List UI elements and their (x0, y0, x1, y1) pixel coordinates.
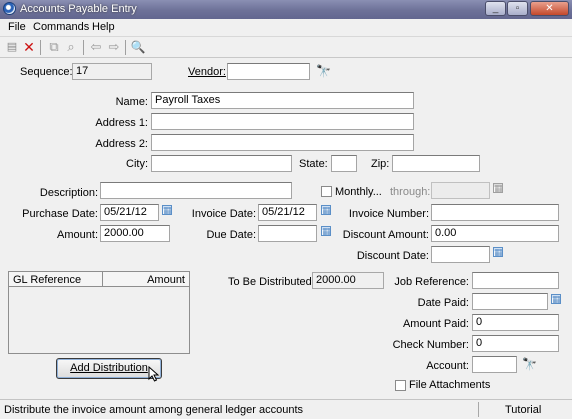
new-record-icon[interactable]: ▤ (4, 39, 20, 55)
menu-commands[interactable]: Commands (33, 21, 89, 33)
date-paid-label: Date Paid: (417, 297, 469, 309)
date-paid-field[interactable] (472, 293, 548, 310)
date-paid-calendar-icon[interactable]: ▦ (551, 294, 561, 304)
amount-field[interactable]: 2000.00 (100, 225, 170, 242)
copy-icon[interactable]: ⧉ (46, 39, 62, 55)
menu-help[interactable]: Help (92, 21, 115, 33)
due-date-field[interactable] (258, 225, 317, 242)
discount-date-label: Discount Date: (356, 250, 429, 262)
sequence-field: 17 (72, 63, 152, 80)
account-label: Account: (426, 360, 469, 372)
sequence-label: Sequence: (20, 66, 73, 78)
toolbar-separator (83, 40, 84, 55)
gl-reference-column-header[interactable]: GL Reference (13, 273, 81, 287)
next-record-icon[interactable]: ⇨ (106, 39, 122, 55)
toolbar: ▤ ✕ ⧉ ⌕ ⇦ ⇨ 🔍 (0, 36, 572, 58)
address1-field[interactable] (151, 113, 414, 130)
amount-label: Amount: (57, 229, 98, 241)
app-icon (3, 2, 16, 15)
name-label: Name: (115, 96, 148, 108)
toolbar-separator (40, 40, 41, 55)
invoice-date-label: Invoice Date: (191, 208, 256, 220)
status-mode: Tutorial (505, 404, 542, 416)
check-number-label: Check Number: (392, 339, 469, 351)
maximize-button[interactable]: ▫ (507, 1, 528, 16)
state-field[interactable] (331, 155, 357, 172)
city-label: City: (126, 158, 148, 170)
state-label: State: (299, 158, 328, 170)
title-bar: Accounts Payable Entry _ ▫ ✕ (0, 0, 572, 19)
status-bar: Distribute the invoice amount among gene… (0, 399, 572, 419)
add-distribution-button[interactable]: Add Distribution (56, 358, 162, 379)
menu-file[interactable]: File (8, 21, 26, 33)
address1-label: Address 1: (95, 117, 148, 129)
name-field[interactable]: Payroll Taxes (151, 92, 414, 109)
previous-record-icon[interactable]: ⇦ (88, 39, 104, 55)
status-separator (478, 402, 479, 417)
amount-paid-label: Amount Paid: (402, 318, 469, 330)
file-attachments-label[interactable]: File Attachments (409, 378, 490, 392)
purchase-date-calendar-icon[interactable]: ▦ (162, 205, 172, 215)
mouse-cursor-icon (148, 366, 160, 382)
address2-field[interactable] (151, 134, 414, 151)
toolbar-separator (125, 40, 126, 55)
description-field[interactable] (100, 182, 292, 199)
job-reference-label: Job Reference: (394, 276, 469, 288)
invoice-date-field[interactable]: 05/21/12 (258, 204, 317, 221)
to-be-distributed-field: 2000.00 (312, 272, 384, 289)
discount-amount-field[interactable]: 0.00 (431, 225, 559, 242)
discount-date-calendar-icon[interactable]: ▦ (493, 247, 503, 257)
city-field[interactable] (151, 155, 292, 172)
to-be-distributed-label: To Be Distributed: (228, 276, 315, 288)
add-distribution-label: Add Distribution (70, 362, 148, 374)
vendor-binoculars-icon[interactable]: 🔭 (316, 65, 331, 77)
invoice-number-label: Invoice Number: (348, 208, 429, 220)
through-field (431, 182, 490, 199)
status-message: Distribute the invoice amount among gene… (4, 404, 304, 416)
monthly-label[interactable]: Monthly... (335, 185, 382, 199)
zip-field[interactable] (392, 155, 480, 172)
purchase-date-label: Purchase Date: (22, 208, 98, 220)
account-binoculars-icon[interactable]: 🔭 (522, 358, 537, 370)
zip-label: Zip: (371, 158, 390, 170)
invoice-date-calendar-icon[interactable]: ▦ (321, 205, 331, 215)
binoculars-icon[interactable]: 🔍 (130, 39, 146, 55)
gl-distribution-grid[interactable]: GL Reference Amount (8, 271, 190, 354)
account-field[interactable] (472, 356, 517, 373)
amount-column-header[interactable]: Amount (147, 273, 185, 287)
due-date-label: Due Date: (206, 229, 256, 241)
vendor-field[interactable] (227, 63, 310, 80)
gl-column-divider (102, 272, 103, 287)
minimize-button[interactable]: _ (485, 1, 506, 16)
file-attachments-checkbox[interactable] (395, 380, 406, 391)
amount-paid-field[interactable]: 0 (472, 314, 559, 331)
purchase-date-field[interactable]: 05/21/12 (100, 204, 159, 221)
delete-icon[interactable]: ✕ (21, 39, 37, 55)
check-number-field[interactable]: 0 (472, 335, 559, 352)
vendor-label[interactable]: Vendor: (188, 65, 226, 79)
discount-date-field[interactable] (431, 246, 490, 263)
job-reference-field[interactable] (472, 272, 559, 289)
through-label: through: (390, 186, 431, 198)
due-date-calendar-icon[interactable]: ▦ (321, 226, 331, 236)
invoice-number-field[interactable] (431, 204, 559, 221)
menu-bar: File Commands Help (0, 19, 572, 36)
description-label: Description: (39, 187, 98, 199)
monthly-checkbox[interactable] (321, 186, 332, 197)
find-icon[interactable]: ⌕ (63, 39, 79, 55)
address2-label: Address 2: (95, 138, 148, 150)
discount-amount-label: Discount Amount: (342, 229, 429, 241)
close-button[interactable]: ✕ (530, 1, 569, 16)
window-title: Accounts Payable Entry (20, 3, 137, 15)
gl-grid-header: GL Reference Amount (9, 272, 189, 287)
through-calendar-icon: ▦ (493, 183, 503, 193)
